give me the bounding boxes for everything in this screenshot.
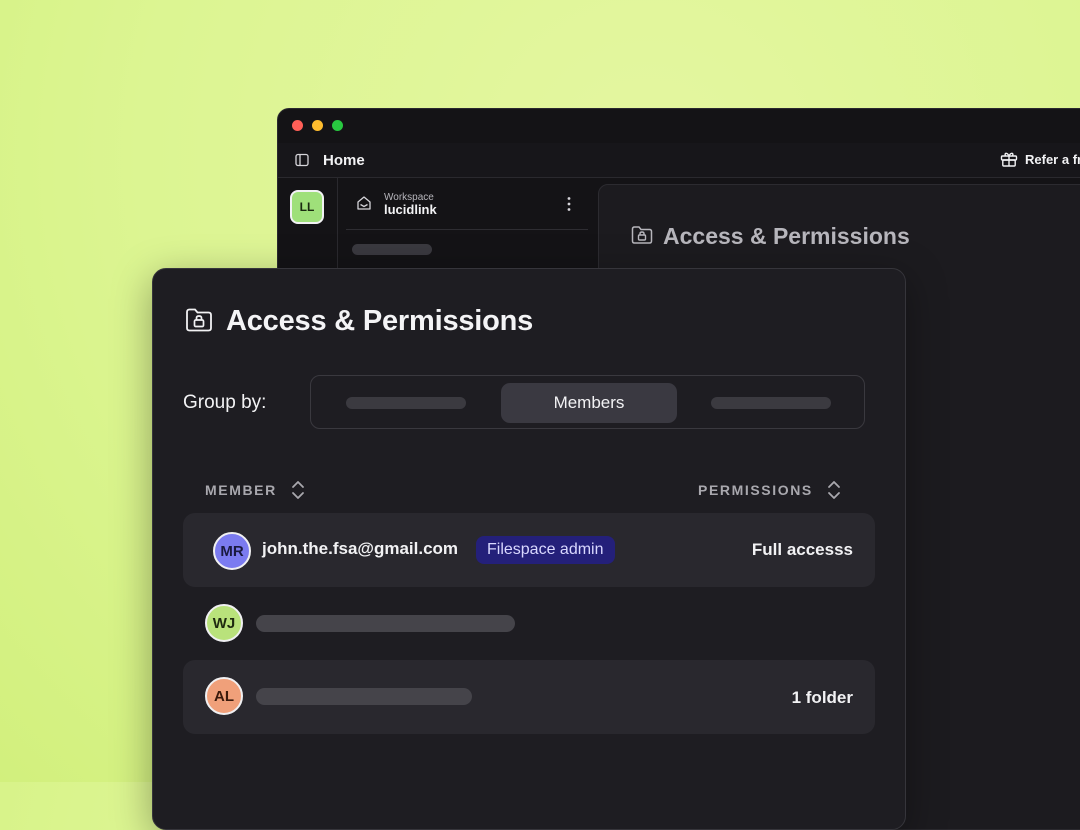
window-controls bbox=[292, 120, 343, 131]
skeleton-placeholder bbox=[352, 244, 432, 255]
permission-value: Full accesss bbox=[751, 540, 853, 559]
maximize-window-button[interactable] bbox=[332, 120, 343, 131]
group-by-segmented-control: Members bbox=[310, 375, 865, 429]
table-row[interactable]: MR john.the.fsa@gmail.com Filespace admi… bbox=[183, 513, 875, 587]
sort-icon[interactable] bbox=[827, 479, 841, 501]
sort-icon[interactable] bbox=[291, 479, 305, 501]
segment-option-placeholder[interactable] bbox=[711, 397, 831, 409]
table-row[interactable]: WJ bbox=[183, 587, 875, 661]
card-title: Access & Permissions bbox=[226, 305, 534, 337]
avatar: AL bbox=[205, 677, 243, 715]
top-bar: Home Refer a fr bbox=[278, 143, 1080, 178]
workspace-icon bbox=[357, 196, 371, 210]
page-title: Home bbox=[323, 152, 365, 169]
table-row[interactable]: AL 1 folder bbox=[183, 660, 875, 734]
column-header-member[interactable]: MEMBER bbox=[205, 479, 305, 501]
column-header-permissions[interactable]: PERMISSIONS bbox=[698, 479, 841, 501]
member-email: john.the.fsa@gmail.com bbox=[262, 539, 459, 558]
more-vertical-icon[interactable] bbox=[567, 196, 571, 212]
permission-value: 1 folder bbox=[791, 688, 853, 707]
access-permissions-card: Access & Permissions Group by: Members M… bbox=[152, 268, 906, 830]
gift-icon bbox=[1000, 152, 1018, 167]
column-permissions-label: PERMISSIONS bbox=[698, 482, 813, 498]
close-window-button[interactable] bbox=[292, 120, 303, 131]
workspace-name[interactable]: lucidlink bbox=[384, 202, 437, 217]
column-member-label: MEMBER bbox=[205, 482, 277, 498]
skeleton-placeholder bbox=[256, 688, 472, 705]
refer-label: Refer a fr bbox=[1025, 151, 1080, 167]
folder-lock-icon bbox=[186, 308, 212, 332]
sidebar-toggle-icon[interactable] bbox=[295, 153, 309, 167]
avatar: WJ bbox=[205, 604, 243, 642]
avatar: MR bbox=[213, 532, 251, 570]
divider bbox=[346, 229, 588, 230]
skeleton-placeholder bbox=[256, 615, 515, 632]
segment-option-placeholder[interactable] bbox=[346, 397, 466, 409]
role-badge: Filespace admin bbox=[476, 536, 615, 564]
workspace-avatar[interactable]: LL bbox=[290, 190, 324, 224]
group-by-label: Group by: bbox=[183, 392, 267, 413]
folder-lock-icon bbox=[631, 226, 653, 244]
panel-title: Access & Permissions bbox=[663, 223, 910, 249]
refer-button[interactable]: Refer a fr bbox=[1000, 151, 1080, 167]
minimize-window-button[interactable] bbox=[312, 120, 323, 131]
segment-members[interactable]: Members bbox=[501, 383, 677, 423]
